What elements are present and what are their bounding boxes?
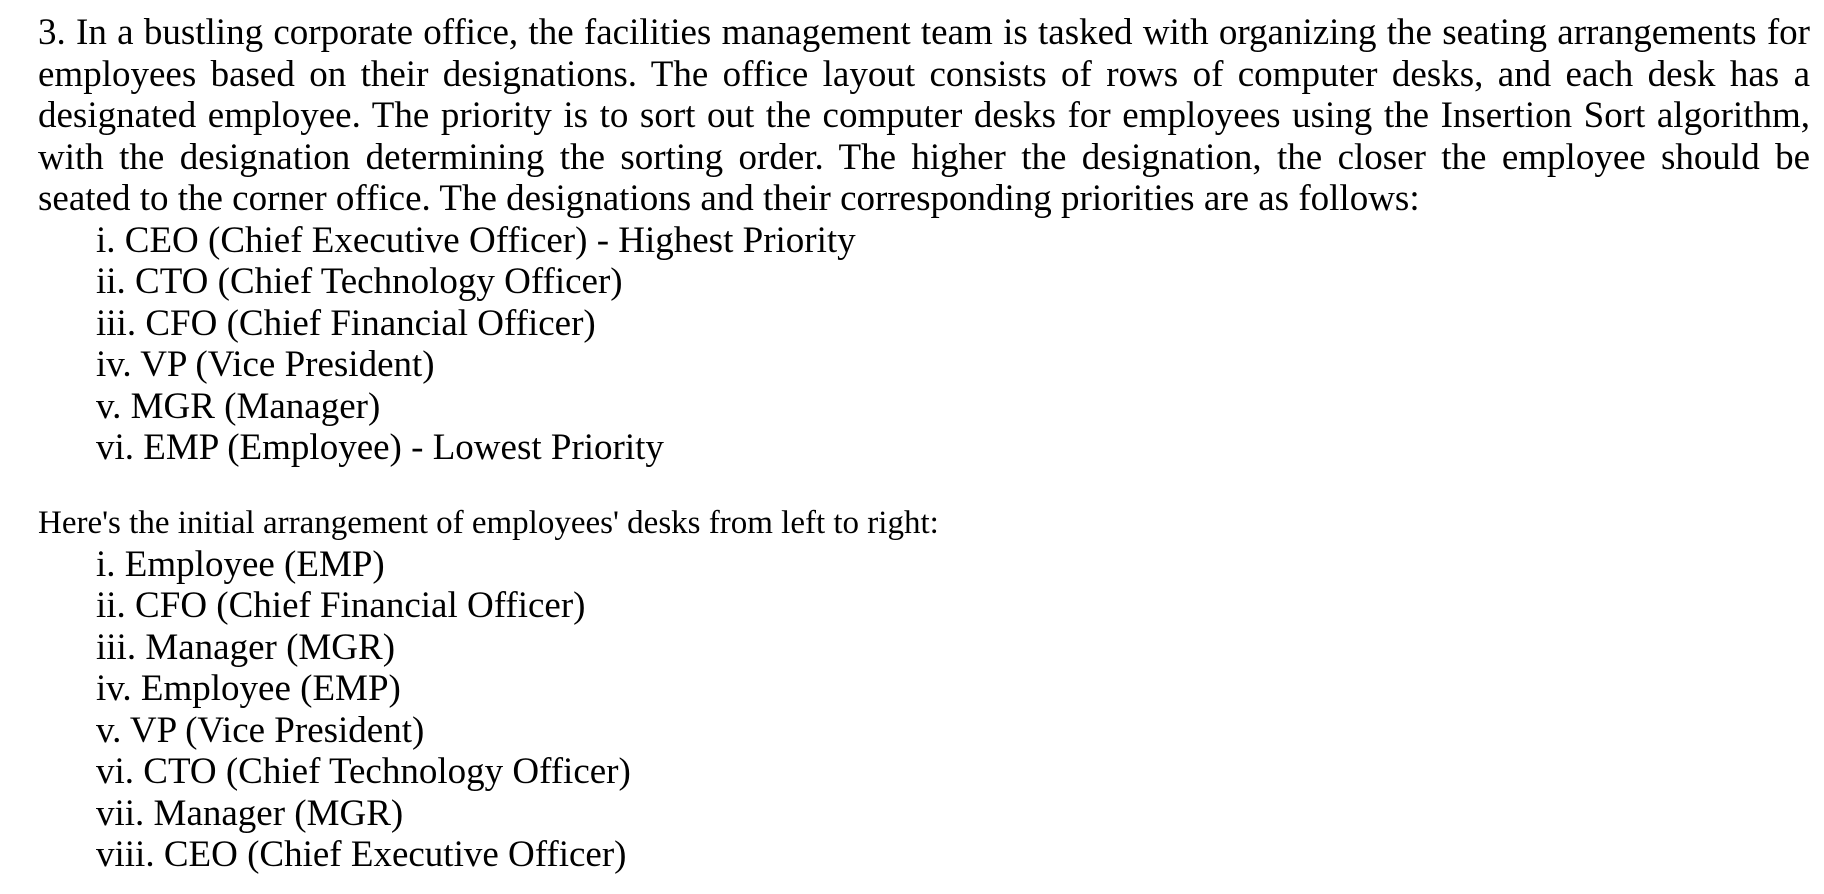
priority-item: iii. CFO (Chief Financial Officer) <box>96 302 596 344</box>
arrangement-item: i. Employee (EMP) <box>96 543 385 585</box>
arrangement-item: ii. CFO (Chief Financial Officer) <box>96 585 586 626</box>
arrangement-item: viii. CEO (Chief Executive Officer) <box>96 834 627 875</box>
arrangement-item: vii. Manager (MGR) <box>96 792 404 834</box>
question-paragraph: 3. In a bustling corporate office, the f… <box>38 12 1810 219</box>
arrangement-heading: Here's the initial arrangement of employ… <box>38 504 939 541</box>
arrangement-item: iii. Manager (MGR) <box>96 626 396 668</box>
arrangement-item: vi. CTO (Chief Technology Officer) <box>96 751 631 792</box>
priority-item: v. MGR (Manager) <box>96 385 381 427</box>
priority-list: i. CEO (Chief Executive Officer) - Highe… <box>38 220 1804 469</box>
arrangement-list: i. Employee (EMP) ii. CFO (Chief Financi… <box>38 544 1804 876</box>
priority-item: ii. CTO (Chief Technology Officer) <box>96 261 623 302</box>
document-page: 3. In a bustling corporate office, the f… <box>0 0 1810 876</box>
arrangement-item: v. VP (Vice President) <box>96 709 425 751</box>
priority-item: vi. EMP (Employee) - Lowest Priority <box>96 427 664 468</box>
priority-item: iv. VP (Vice President) <box>96 344 435 385</box>
arrangement-item: iv. Employee (EMP) <box>96 668 401 709</box>
priority-item: i. CEO (Chief Executive Officer) - Highe… <box>96 219 856 261</box>
